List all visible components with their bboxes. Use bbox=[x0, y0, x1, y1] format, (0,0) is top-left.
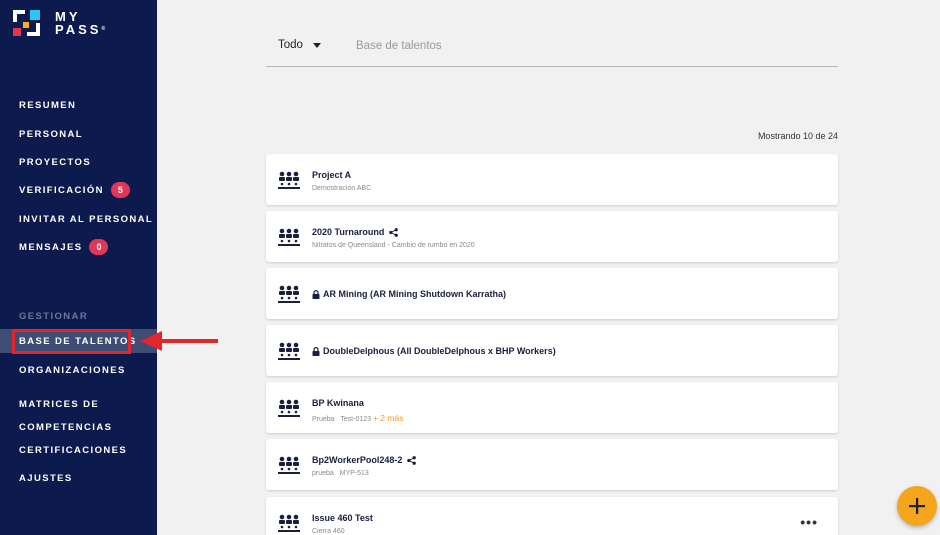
card-title: Project A bbox=[312, 170, 352, 180]
caret-down-icon bbox=[312, 42, 321, 48]
talent-pool-card[interactable]: Issue 460 Test Cierra 460 ••• bbox=[266, 497, 838, 535]
sidebar-item-label: RESUMEN bbox=[19, 100, 77, 111]
logo-registered: ® bbox=[101, 26, 106, 32]
sidebar-item-personal[interactable]: PERSONAL bbox=[19, 129, 83, 140]
logo[interactable]: MY PASS® bbox=[13, 10, 105, 36]
sidebar-item-label: ORGANIZACIONES bbox=[19, 365, 126, 376]
card-title: Issue 460 Test bbox=[312, 513, 373, 523]
card-subtitle: Nitratos de Queensland - Cambio de rumbo… bbox=[312, 242, 475, 249]
lock-icon bbox=[312, 346, 320, 356]
talent-pool-card[interactable]: AR Mining (AR Mining Shutdown Karratha) bbox=[266, 268, 838, 319]
talent-pool-card[interactable]: BP Kwinana Prueba Test-0123 + 2 más bbox=[266, 382, 838, 433]
share-icon bbox=[389, 227, 399, 237]
group-icon bbox=[278, 399, 300, 417]
talent-pool-card[interactable]: DoubleDelphous (All DoubleDelphous x BHP… bbox=[266, 325, 838, 376]
sidebar-item-label: MENSAJES bbox=[19, 241, 83, 253]
group-icon bbox=[278, 285, 300, 303]
sidebar-item-organizaciones[interactable]: ORGANIZACIONES bbox=[19, 365, 126, 376]
mypass-logo-icon bbox=[13, 10, 40, 36]
card-subtitle: Demostración ABC bbox=[312, 185, 372, 192]
sidebar-item-label: INVITAR AL PERSONAL bbox=[19, 214, 154, 225]
sidebar-item-proyectos[interactable]: PROYECTOS bbox=[19, 157, 91, 168]
card-title: 2020 Turnaround bbox=[312, 227, 399, 237]
sidebar-item-verificacion[interactable]: VERIFICACIÓN 5 bbox=[19, 182, 130, 198]
group-icon bbox=[278, 514, 300, 532]
sidebar-item-resumen[interactable]: RESUMEN bbox=[19, 100, 76, 111]
sidebar-item-label: PROYECTOS bbox=[19, 157, 92, 168]
group-icon bbox=[278, 171, 300, 189]
verificacion-count-badge: 5 bbox=[110, 182, 130, 198]
talent-pool-card[interactable]: 2020 Turnaround Nitratos de Queensland -… bbox=[266, 211, 838, 262]
group-icon bbox=[278, 228, 300, 246]
section-label-gestionar: GESTIONAR bbox=[19, 311, 89, 322]
card-title: DoubleDelphous (All DoubleDelphous x BHP… bbox=[312, 346, 556, 356]
card-subtitle: prueba MYP-513 bbox=[312, 470, 369, 477]
card-subtitle: Cierra 460 bbox=[312, 528, 345, 535]
filter-bar: Todo bbox=[266, 35, 838, 67]
card-subtitle: Prueba Test-0123 + 2 más bbox=[312, 413, 404, 423]
talent-pool-card[interactable]: Bp2WorkerPool248-2 prueba MYP-513 bbox=[266, 439, 838, 490]
sidebar-item-invitar[interactable]: INVITAR AL PERSONAL bbox=[19, 214, 153, 225]
sidebar-item-mensajes[interactable]: MENSAJES 0 bbox=[19, 239, 109, 255]
sidebar-item-certificaciones[interactable]: CERTIFICACIONES bbox=[19, 445, 127, 456]
group-icon bbox=[278, 342, 300, 360]
lock-icon bbox=[312, 289, 320, 299]
talent-pool-card[interactable]: Project A Demostración ABC bbox=[266, 154, 838, 205]
card-title: BP Kwinana bbox=[312, 398, 364, 408]
logo-text: MY PASS® bbox=[55, 10, 105, 36]
more-tags-link[interactable]: + 2 más bbox=[373, 413, 403, 423]
share-icon bbox=[407, 455, 417, 465]
results-count: Mostrando 10 de 24 bbox=[757, 131, 838, 141]
sidebar-item-label: MATRICES DE bbox=[19, 399, 100, 410]
sidebar-item-label: VERIFICACIÓN bbox=[19, 184, 104, 196]
card-title: AR Mining (AR Mining Shutdown Karratha) bbox=[312, 289, 506, 299]
sidebar-item-matrices[interactable]: MATRICES DE COMPETENCIAS bbox=[19, 393, 112, 439]
annotation-highlight-box bbox=[12, 329, 131, 354]
sidebar-item-label: COMPETENCIAS bbox=[19, 422, 113, 433]
mensajes-count-badge: 0 bbox=[89, 239, 109, 255]
filter-selected-value: Todo bbox=[278, 39, 303, 51]
sidebar: MY PASS® RESUMEN PERSONAL PROYECTOS VERI… bbox=[0, 0, 157, 535]
talent-pool-search-input[interactable] bbox=[356, 37, 656, 55]
card-title: Bp2WorkerPool248-2 bbox=[312, 455, 417, 465]
sidebar-item-label: CERTIFICACIONES bbox=[19, 445, 128, 456]
logo-line2: PASS bbox=[55, 22, 102, 37]
sidebar-item-label: AJUSTES bbox=[19, 473, 73, 484]
annotation-arrow-icon bbox=[140, 331, 218, 351]
filter-dropdown[interactable]: Todo bbox=[278, 39, 321, 51]
add-talent-pool-button[interactable] bbox=[897, 486, 937, 526]
sidebar-item-label: PERSONAL bbox=[19, 129, 83, 140]
more-options-icon[interactable]: ••• bbox=[800, 514, 818, 530]
plus-icon bbox=[909, 498, 925, 514]
group-icon bbox=[278, 456, 300, 474]
sidebar-item-ajustes[interactable]: AJUSTES bbox=[19, 473, 73, 484]
